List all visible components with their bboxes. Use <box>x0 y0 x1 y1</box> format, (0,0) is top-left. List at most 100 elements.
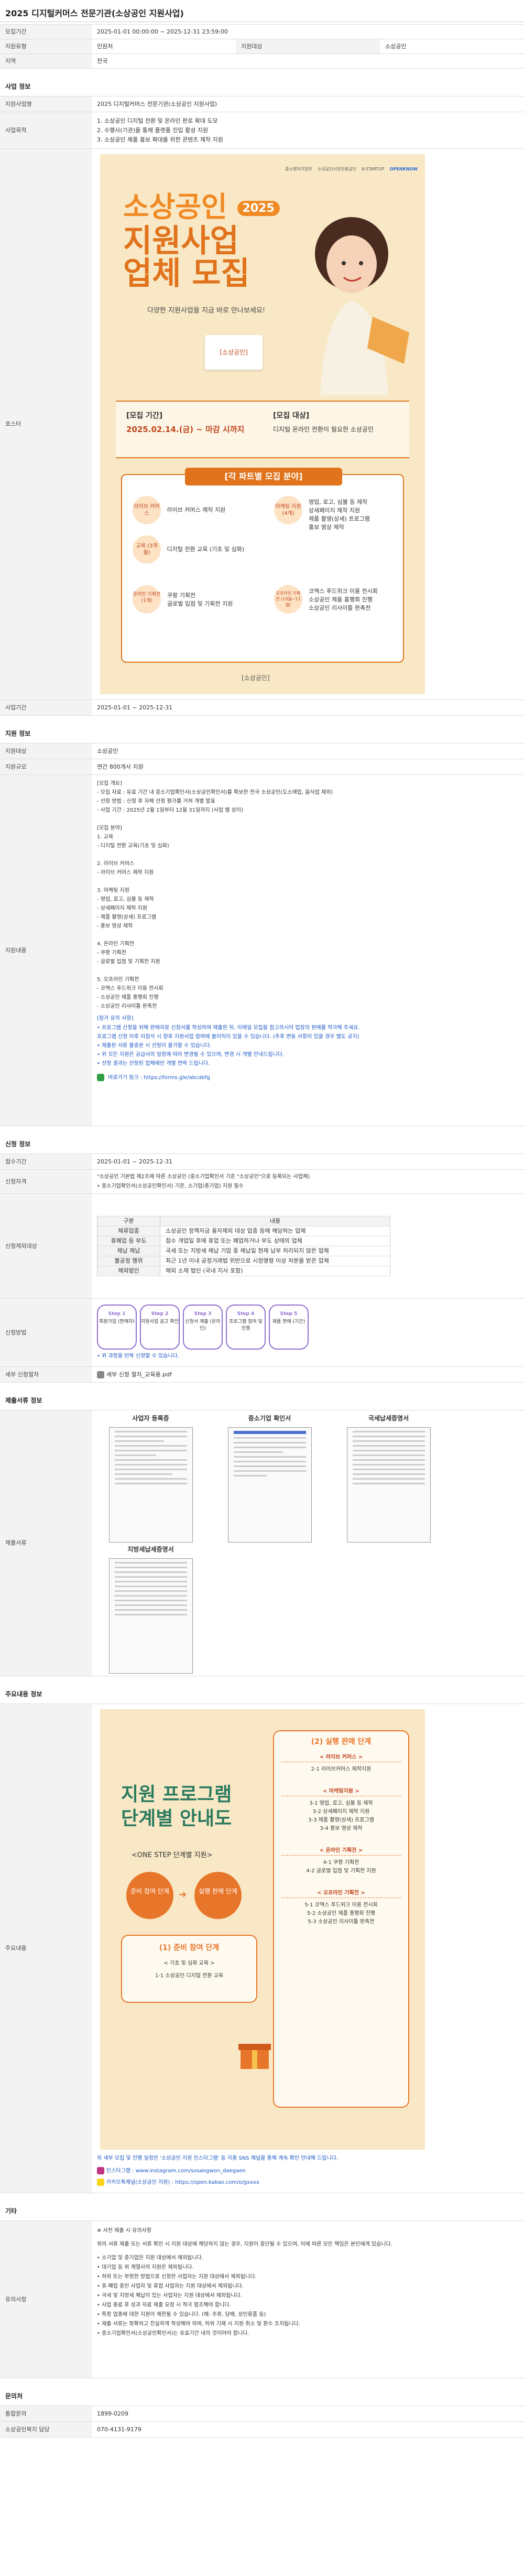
instagram-link[interactable]: 인스타그램 : www.instagram.com/sosangwon_daeg… <box>106 2168 246 2174</box>
field-item: 글로벌 입점 및 기획전 지원 <box>167 600 233 607</box>
doc-national-tax: 국세납세증명서 <box>335 1414 442 1545</box>
main-table: 주요내용 지원 프로그램 단계별 안내도 <ONE STEP 단계별 지원> 준… <box>0 1704 524 2193</box>
detail-line: - 모집 자료 : 유료 기간 내 중소기업확인서(소상공인확인서)를 확보한 … <box>97 790 333 795</box>
doc-local-tax: 지방세납세증명서 <box>97 1545 204 1676</box>
phase2-item: 3-3 제품 촬영(상세) 프로그램 <box>308 1817 374 1823</box>
phase2-item: 3-2 상세페이지 제작 지원 <box>312 1809 370 1815</box>
exclude-value: 해외 소재 법인 (국내 지사 포함) <box>160 1266 390 1276</box>
exclude-row: 해외법인 해외 소재 법인 (국내 지사 포함) <box>97 1266 390 1276</box>
logo: 소상공인시장진흥공단 <box>318 167 356 171</box>
field-item: 소상공인 제품 홍행회 진행 <box>309 596 373 603</box>
exclude-key: 해외법인 <box>97 1266 160 1276</box>
doc-title: 중소기업 확인서 <box>248 1415 291 1422</box>
field-item: 쿠팡 기획전 <box>167 592 196 599</box>
form-link[interactable]: 바로가기 링크 : https://forms.gle/abcdefg <box>108 1075 210 1081</box>
year-tag: 2025 <box>237 201 280 217</box>
exclude-value: 내용 <box>160 1216 390 1226</box>
detail-line: - 글로벌 입점 및 기획전 지원 <box>97 959 160 965</box>
instagram-icon <box>97 2167 104 2174</box>
biz-info-table: 지원사업명 2025 디지털커머스 전문기관(소상공인 지원사업) 사업목적 1… <box>0 96 524 716</box>
doc-business-reg: 사업자 등록증 <box>97 1414 204 1545</box>
poster-sub: 다양한 지원사업을 지금 바로 만나보세요! <box>147 307 266 315</box>
apply-section-title: 신청 정보 <box>5 1140 31 1148</box>
phase2-group: < 오프라인 기획전 > 5-1 코엑스 푸드위크 이용 전시회 5-2 소상공인 … <box>281 1889 401 1926</box>
step-card: Step 1 회원가입 (판매자) <box>97 1304 137 1350</box>
phone-label: 통합문의 <box>0 2406 92 2422</box>
circle-left: 준비 참여 단계 <box>126 1872 173 1919</box>
kakao-link[interactable]: 카카오톡채널(소상공인 지원) : https://open.kakao.com… <box>106 2180 259 2185</box>
phase2-group: < 마케팅지원 > 3-1 영업, 로고, 심볼 등 제작 3-2 상세페이지 제작… <box>281 1787 401 1833</box>
detail-line: - 홍보 영상 제작 <box>97 923 133 929</box>
doc-title: 사업자 등록증 <box>132 1415 169 1422</box>
qual-line: • 중소기업확인서(소상공인확인서) 기준, 소기업(종기업) 지원 필수 <box>97 1183 244 1189</box>
biz-name-value: 2025 디지털커머스 전문기관(소상공인 지원사업) <box>92 96 524 112</box>
biz-section-title: 사업 정보 <box>5 83 31 90</box>
guide-title-1: 지원 프로그램 <box>121 1784 232 1805</box>
step-number: Step 5 <box>280 1311 298 1317</box>
doc-thumbnail <box>108 1427 193 1543</box>
field-item: 라이브 커머스 제작 지원 <box>167 506 226 513</box>
phase2-item: 4-1 쿠팡 기획전 <box>323 1860 359 1866</box>
field-mkt: 마케팅 지원 (4개) 영업, 로고, 심볼 등 제작 상세페이지 제작 지원 … <box>274 496 400 531</box>
step-flow: Step 1 회원가입 (판매자) Step 2 지원사업 공고 확인 Step 3 신청… <box>97 1304 519 1350</box>
phase1-title: (1) 준비 참여 단계 <box>159 1944 220 1952</box>
exclude-key: 구분 <box>97 1216 160 1226</box>
exclude-row: 체납 제납 국세 또는 지방세 체납 기업 중 체납일 현재 납부 처리되지 않은… <box>97 1246 390 1256</box>
page-title: 2025 디지털커머스 전문기관(소상공인 지원사업) <box>0 0 524 22</box>
field-live: 라이브 커머스 라이브 커머스 제작 지원 <box>133 496 258 524</box>
exclude-value: 접수 개업일 후에 휴업 또는 폐업하거나 부도 상태의 업체 <box>160 1236 390 1246</box>
support-detail-cell: [모집 개요] - 모집 자료 : 유료 기간 내 중소기업확인서(소상공인확인서… <box>92 774 524 1126</box>
phase2-item: 3-4 홍보 영상 제작 <box>320 1826 363 1831</box>
detail-line: - 영업, 로고, 심볼 등 제작 <box>97 897 154 902</box>
detail-line: 2. 라이브 커머스 <box>97 861 135 867</box>
page: 2025 디지털커머스 전문기관(소상공인 지원사업) 모집기간 2025-01… <box>0 0 524 2576</box>
step-card: Step 2 지원사업 공고 확인 <box>140 1304 180 1350</box>
exclude-row: 체류업종 소상공인 정책자금 융자제외 대상 업종 등에 해당하는 업체 <box>97 1226 390 1236</box>
notice-line: • 위 모든 지원은 공급사의 일정에 따라 변경될 수 있으며, 변경 시 개… <box>97 1052 285 1058</box>
apply-qual-label: 신청자격 <box>0 1169 92 1194</box>
apply-method-cell: Step 1 회원가입 (판매자) Step 2 지원사업 공고 확인 Step 3 신청… <box>92 1298 524 1367</box>
support-scale-value: 연간 800개사 지원 <box>92 759 524 775</box>
period-value: 2025-01-01 00:00:00 ~ 2025-12-31 23:59:0… <box>92 24 524 39</box>
region-value: 전국 <box>92 53 524 69</box>
biz-date-label: 사업기간 <box>0 699 92 716</box>
docs-cell: 사업자 등록증 중소기업 확인서 국세납세증명서지방세납세증명서 <box>92 1410 524 1676</box>
phase1-box: (1) 준비 참여 단계 < 기초 및 심화 교육 > 1-1 소상공인 디지털… <box>121 1935 257 2003</box>
field-name: 라이브 커머스 <box>133 496 161 524</box>
exclude-row: 휴폐업 등 부도 접수 개업일 후에 휴업 또는 폐업하거나 부도 상태의 업체 <box>97 1236 390 1246</box>
etc-label: 유의사항 <box>0 2221 92 2378</box>
phase2-group: < 온라인 기획전 > 4-1 쿠팡 기획전 4-2 글로벌 입점 및 기획전 지원 <box>281 1847 401 1876</box>
phase2-item: 5-2 소상공인 제품 홍행회 진행 <box>307 1911 376 1916</box>
support-detail-lines: [모집 개요] - 모집 자료 : 유료 기간 내 중소기업확인서(소상공인확인서… <box>97 779 519 1011</box>
main-note: 위 세부 모집 및 진행 일정은 '소상공인 지원 인스타그램' 등 각종 SN… <box>97 2155 339 2161</box>
step-number: Step 2 <box>151 1311 169 1317</box>
file-link[interactable]: 세부 신청 절차_교육용.pdf <box>106 1371 172 1378</box>
phone-value: 1899-0209 <box>92 2406 524 2422</box>
step-card: Step 5 제품 판매 (기간) <box>269 1304 309 1350</box>
main-label: 주요내용 <box>0 1704 92 2193</box>
box2-value: 디지털 온라인 전환이 필요한 소상공인 <box>273 426 374 433</box>
etc-line: • 허위 또는 부정한 방법으로 신청한 사업자는 지원 대상에서 제외됩니다. <box>97 2274 257 2280</box>
logo: K-STARTUP <box>362 167 385 171</box>
method-note: • 위 과정을 반복 신청할 수 있습니다. <box>97 1353 179 1359</box>
file-icon <box>97 1371 104 1378</box>
phase2-groups: < 라이브 커머스 > 2-1 라이브커머스 제작지원 < 마케팅지원 > 3-1 영… <box>274 1753 408 1926</box>
doc-title: 국세납세증명서 <box>368 1415 409 1422</box>
link-icon <box>97 1074 104 1081</box>
brand-card: [소상공인] <box>205 335 263 370</box>
onestep-label: <ONE STEP 단계별 지원> <box>132 1851 213 1859</box>
detail-line: - 사업 기간 : 2025년 2월 1일부터 12월 31일까지 (사업 별 … <box>97 807 243 813</box>
poster-headline: 소상공인 2025 지원사업 업체 모집 <box>123 191 280 290</box>
biz-date-value: 2025-01-01 ~ 2025-12-31 <box>92 699 524 716</box>
field-name: 교육 (3개월) <box>133 535 161 564</box>
region-label: 지역 <box>0 53 92 69</box>
exclude-table: 구분 내용 체류업종 소상공인 정책자금 융자제외 대상 업종 등에 해당하는 업체… <box>97 1216 390 1276</box>
apply-file-cell: 세부 신청 절차_교육용.pdf <box>92 1366 524 1383</box>
apply-file-label: 세부 신청절차 <box>0 1366 92 1383</box>
detail-line <box>97 966 519 975</box>
docs-section-title: 제출서류 정보 <box>5 1397 42 1404</box>
detail-line <box>97 877 519 886</box>
step-text: 회원가입 (판매자) <box>99 1319 135 1324</box>
contact-table: 통합문의 1899-0209 소상공인복지 담당 070-4131-9179 <box>0 2406 524 2438</box>
field-online: 온라인 기획전 (1개) 쿠팡 기획전 글로벌 입점 및 기획전 지원 <box>133 585 258 613</box>
